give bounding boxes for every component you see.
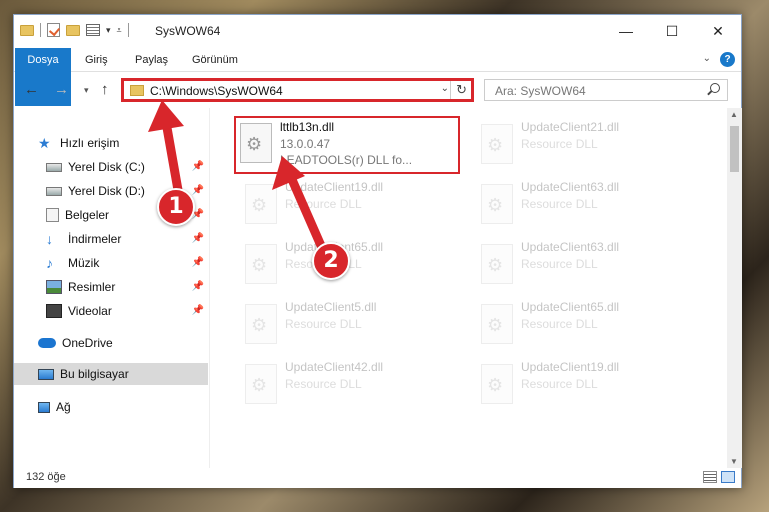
annotation-arrows	[148, 100, 327, 253]
arrow-to-address-bar	[148, 100, 184, 195]
arrow-to-file	[272, 156, 327, 253]
step-badge-1: 1	[157, 188, 195, 226]
step-badge-2: 2	[312, 242, 350, 280]
